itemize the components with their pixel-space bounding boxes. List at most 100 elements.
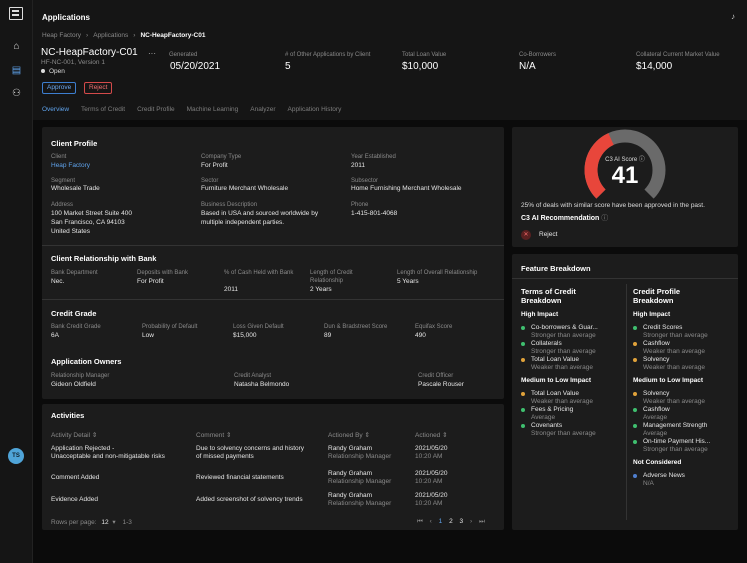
feature-item[interactable]: Management Strength Average [643,422,707,437]
breadcrumb-item[interactable]: Heap Factory [42,32,81,39]
feature-item[interactable]: Cashflow Average [643,406,670,421]
field-value: Natasha Belmondo [234,381,290,388]
page-button[interactable]: 2 [449,518,453,525]
feature-item[interactable]: Covenants Stronger than average [531,422,596,437]
header: Applications ♪ Heap Factory › Applications… [33,0,747,120]
field-label: Length of Overall Relationship [397,270,478,276]
impact-indicator-icon [633,424,637,428]
info-icon[interactable]: ⓘ [601,215,608,222]
feature-item[interactable]: Co-borrowers & Guar... Stronger than aver… [531,324,598,339]
impact-indicator-icon [633,342,637,346]
section-title: Feature Breakdown [521,264,591,273]
field-label: Dun & Bradstreet Score [324,324,388,330]
field-label: Client [51,154,67,160]
rows-per-page: Rows per page: 12 ▾ 1-3 [51,518,132,526]
field-value: For Profit [201,162,228,169]
field-value: Furniture Merchant Wholesale [201,185,289,192]
column-header[interactable]: Comment ⇕ [196,431,231,439]
feature-item[interactable]: Credit Scores Stronger than average [643,324,708,339]
field-label: Year Established [351,154,396,160]
next-page-icon[interactable]: › [470,518,472,525]
column-divider [626,284,627,520]
field-value: $15,000 [233,332,257,339]
rows-per-page-select[interactable]: 12 [101,519,108,526]
status-dot-icon [41,69,45,74]
field-value: Home Furnishing Merchant Wholesale [351,185,462,192]
feature-item[interactable]: On-time Payment His... Stronger than aver… [643,438,710,453]
prev-page-icon[interactable]: ‹ [430,518,432,525]
description-line: Based in USA and sourced worldwide by [201,210,319,217]
field-value: 490 [415,332,426,339]
tab-overview[interactable]: Overview [42,106,69,113]
field-label: Credit Officer [418,373,454,379]
avatar[interactable]: TS [8,448,24,464]
first-page-icon[interactable]: ⏮ [417,518,423,525]
impact-heading: Not Considered [633,459,682,466]
stat-value: $14,000 [636,61,673,72]
field-label: Length of Credit Relationship [310,270,353,284]
feature-item[interactable]: Solvency Weaker than average [643,356,705,371]
home-icon[interactable]: ⌂ [10,40,23,53]
impact-indicator-icon [633,474,637,478]
stat-label: Generated [169,52,198,58]
field-value: 5 Years [397,278,419,285]
impact-heading: High Impact [633,311,671,318]
field-value: 1-415-801-4068 [351,210,398,217]
page-button[interactable]: 1 [439,518,443,525]
column-header[interactable]: Actioned ⇕ [415,431,448,439]
reject-icon: ✕ [521,230,531,240]
divider [42,245,504,246]
table-row-comment: Added screenshot of solvency trends [196,496,303,503]
field-label: Probability of Default [142,324,198,330]
tab-application-history[interactable]: Application History [288,106,342,113]
tab-machine-learning[interactable]: Machine Learning [187,106,239,113]
field-label: Credit Analyst [234,373,272,379]
record-title: NC-HeapFactory-C01 [41,47,138,58]
feature-item[interactable]: Collaterals Stronger than average [531,340,596,355]
tab-terms-of-credit[interactable]: Terms of Credit [81,106,125,113]
document-icon[interactable]: ▤ [10,64,23,77]
stat-loan-value: Total Loan Value $10,000 [402,52,446,72]
field-label: Loss Given Default [233,324,284,330]
column-header[interactable]: Activity Detail ⇕ [51,431,97,439]
tab-analyzer[interactable]: Analyzer [250,106,275,113]
table-row-comment: Due to solvency concerns and history of m… [196,445,305,460]
feature-item[interactable]: Cashflow Weaker than average [643,340,705,355]
feature-item[interactable]: Solvency Weaker than average [643,390,705,405]
app-logo-icon[interactable] [9,7,23,20]
stat-collateral: Collateral Current Market Value $14,000 [636,52,720,72]
feature-item[interactable]: Adverse News N/A [643,472,685,487]
feature-item[interactable]: Fees & Pricing Average [531,406,573,421]
left-column-title: Terms of Credit Breakdown [521,287,576,305]
last-page-icon[interactable]: ⏭ [479,518,485,525]
field-label: Phone [351,202,369,208]
client-link[interactable]: Heap Factory [51,162,90,170]
page-button[interactable]: 3 [460,518,464,525]
section-title: Application Owners [51,357,122,366]
tab-bar: Overview Terms of Credit Credit Profile … [42,106,351,113]
notification-bell-icon[interactable]: ♪ [731,12,735,21]
column-header[interactable]: Actioned By ⇕ [328,431,370,439]
impact-heading: Medium to Low Impact [521,377,592,384]
score-note: 25% of deals with similar score have bee… [521,202,705,209]
reject-button[interactable]: Reject [84,82,113,94]
activities-panel: Activities Activity Detail ⇕ Comment ⇕ A… [42,404,504,530]
more-options-icon[interactable]: ··· [148,49,156,58]
divider [42,299,504,300]
feature-item[interactable]: Total Loan Value Weaker than average [531,390,593,405]
right-column-title: Credit Profile Breakdown [633,287,681,305]
tab-credit-profile[interactable]: Credit Profile [137,106,175,113]
chevron-down-icon[interactable]: ▾ [112,519,115,526]
users-icon[interactable]: ⚇ [10,87,23,100]
section-title: Credit Grade [51,309,97,318]
field-value: 2011 [224,286,238,293]
table-row-date: 2021/05/20 10:20 AM [415,492,448,507]
approve-button[interactable]: Approve [42,82,77,94]
stat-label: Total Loan Value [402,52,447,58]
field-label: Deposits with Bank [137,270,189,276]
pagination: ⏮ ‹ 1 2 3 › ⏭ [417,518,485,526]
feature-item[interactable]: Total Loan Value Weaker than average [531,356,593,371]
breadcrumb-item[interactable]: Applications [93,32,128,39]
table-row-date: 2021/05/20 10:20 AM [415,445,448,460]
impact-indicator-icon [633,440,637,444]
